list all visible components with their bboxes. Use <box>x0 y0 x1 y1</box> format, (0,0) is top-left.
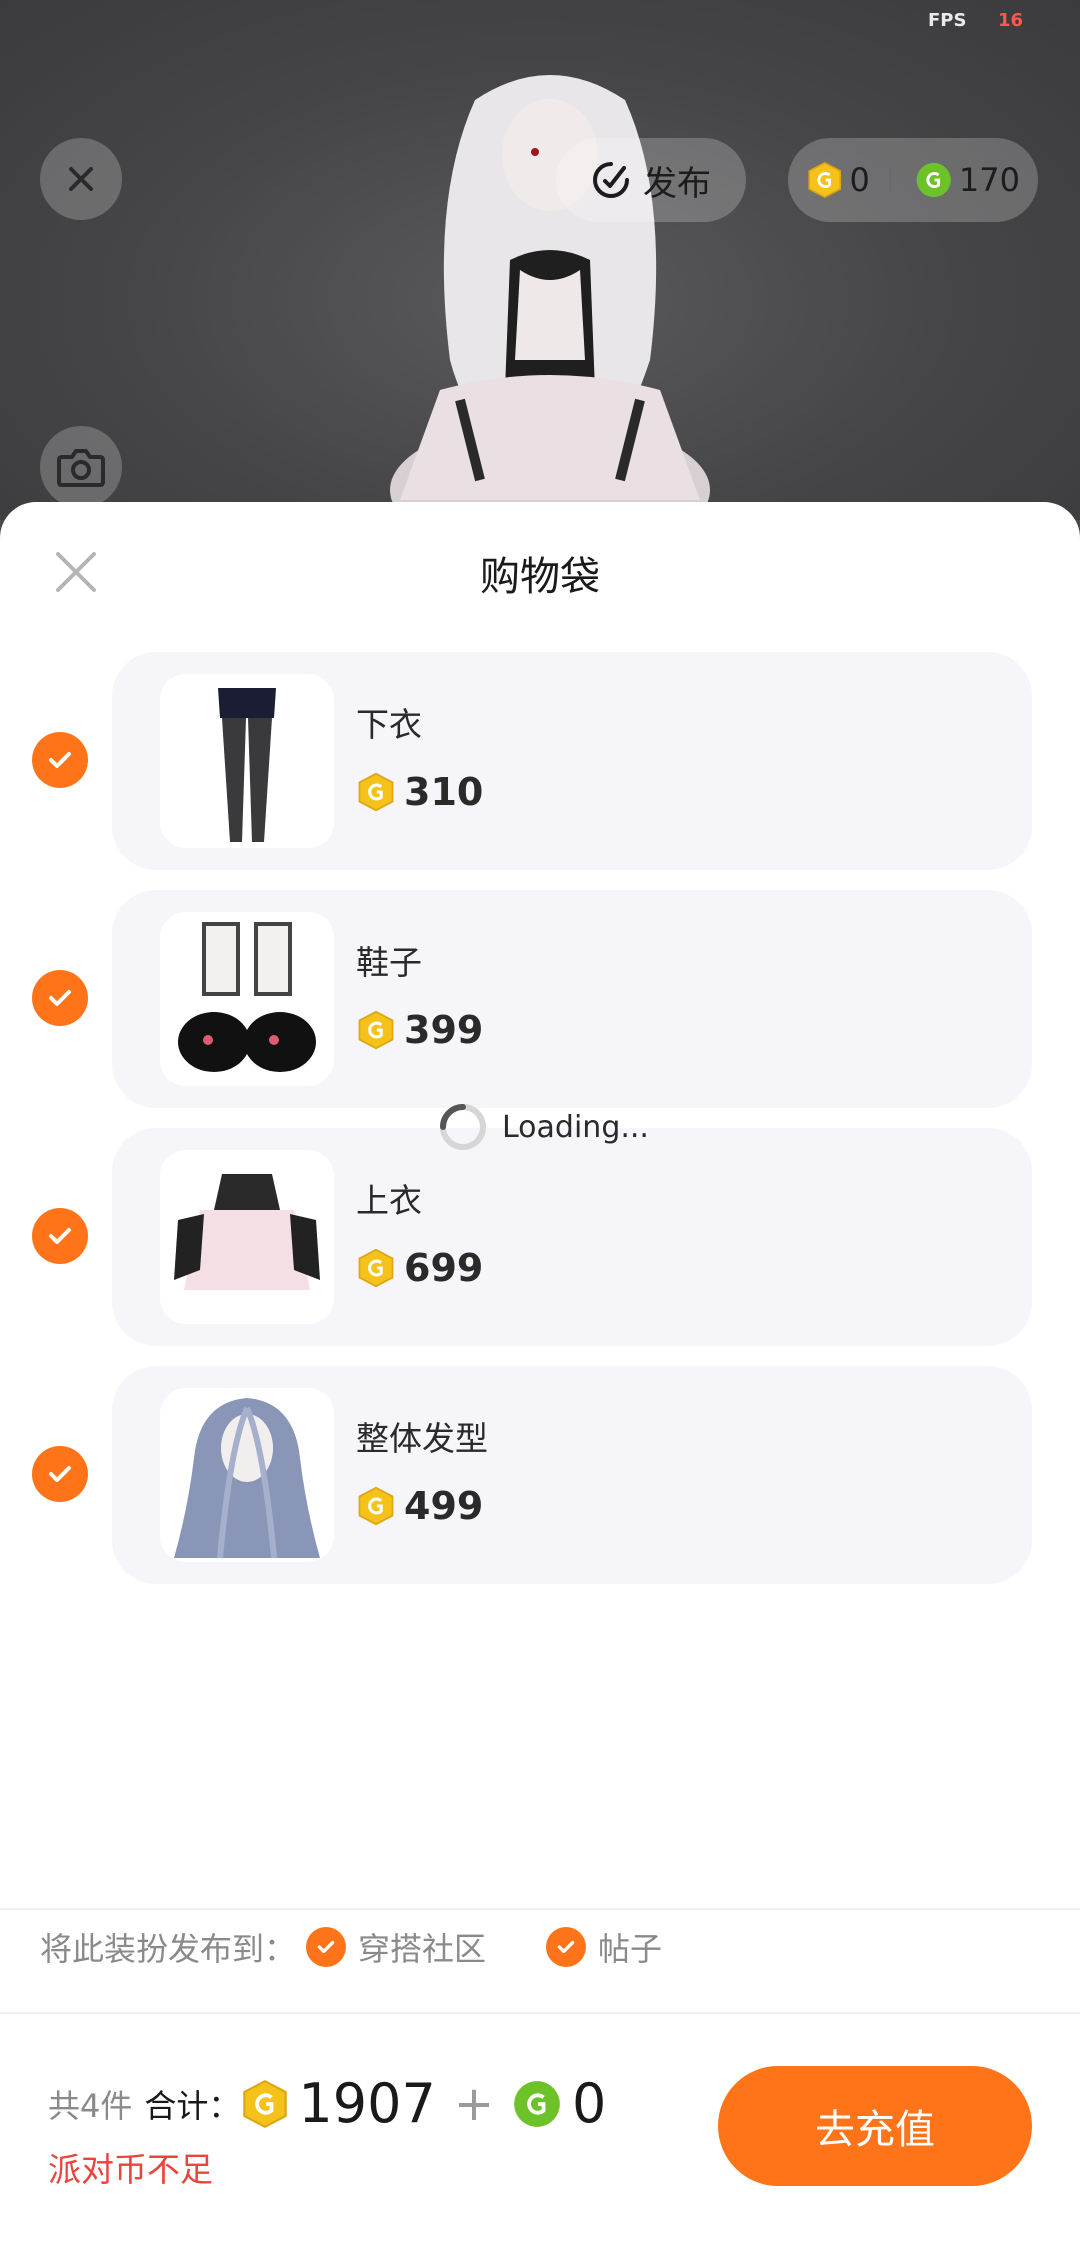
insufficient-balance-warning: 派对币不足 <box>48 2150 213 2189</box>
list-item[interactable]: 下衣 310 <box>0 652 1080 870</box>
list-item[interactable]: 鞋子 399 <box>0 890 1080 1108</box>
checkmark-icon <box>49 990 71 1006</box>
publish-button[interactable]: 发布 <box>556 138 746 222</box>
item-checkbox[interactable] <box>32 732 88 788</box>
gold-coin-icon <box>243 2079 288 2128</box>
order-summary: 共4件 合计： 1907 + 0 派对币不足 <box>48 2072 606 2191</box>
fps-label: FPS <box>928 10 967 31</box>
shopping-bag-sheet: 购物袋 下衣 310 鞋子 399 上衣 699 整体发型 499 Loadin… <box>0 502 1080 2244</box>
loading-indicator: Loading... <box>438 1102 649 1152</box>
item-price-value: 310 <box>404 770 484 814</box>
publish-icon <box>593 162 629 198</box>
plus-sign: + <box>453 2075 495 2132</box>
item-card[interactable]: 鞋子 399 <box>112 890 1032 1108</box>
publish-label: 发布 <box>643 163 711 204</box>
item-count: 共4件 <box>48 2086 133 2125</box>
publish-option-label: 穿搭社区 <box>358 1930 487 1968</box>
publish-to-label: 将此装扮发布到： <box>40 1930 297 1968</box>
item-name: 整体发型 <box>356 1419 488 1458</box>
sheet-title: 购物袋 <box>480 554 600 600</box>
publish-to-row: 将此装扮发布到： 穿搭社区 帖子 <box>40 1924 662 1970</box>
avatar-preview <box>390 75 710 520</box>
green-total: 0 <box>572 2072 607 2135</box>
checkmark-icon <box>49 1228 71 1244</box>
item-checkbox[interactable] <box>32 970 88 1026</box>
close-scene-button[interactable] <box>40 138 122 220</box>
item-price: 499 <box>356 1484 483 1528</box>
item-checkbox[interactable] <box>32 1446 88 1502</box>
checkmark-icon <box>49 1466 71 1482</box>
total-label: 合计： <box>144 2086 241 2125</box>
loading-text: Loading... <box>502 1109 649 1145</box>
checkmark-icon <box>306 1927 347 1967</box>
list-item[interactable]: 上衣 699 <box>0 1128 1080 1346</box>
close-icon <box>69 167 93 191</box>
recharge-button[interactable]: 去充值 <box>718 2066 1032 2186</box>
publish-option-label: 帖子 <box>598 1930 663 1968</box>
fps-value: 16 <box>998 10 1024 31</box>
item-thumbnail <box>160 1388 334 1562</box>
green-coin-icon <box>514 2080 560 2127</box>
gold-coin-icon <box>358 1486 394 1526</box>
camera-button[interactable] <box>40 426 122 508</box>
item-thumbnail <box>160 912 334 1086</box>
item-name: 上衣 <box>356 1181 422 1220</box>
balance-divider <box>889 169 892 191</box>
gold-coin-icon <box>808 161 842 199</box>
green-coin-balance: 170 <box>958 161 1020 199</box>
divider <box>0 2012 1080 2014</box>
recharge-label: 去充值 <box>815 2107 935 2153</box>
divider <box>0 1908 1080 1910</box>
item-price: 699 <box>356 1246 483 1290</box>
item-price: 310 <box>356 770 483 814</box>
gold-coin-icon <box>358 1248 394 1288</box>
item-price-value: 499 <box>404 1484 484 1528</box>
spinner-icon <box>440 1104 486 1150</box>
item-thumbnail <box>160 1150 334 1324</box>
game-scene <box>0 0 1080 520</box>
item-card[interactable]: 整体发型 499 <box>112 1366 1032 1584</box>
list-item[interactable]: 整体发型 499 <box>0 1366 1080 1584</box>
item-card[interactable]: 下衣 310 <box>112 652 1032 870</box>
green-coin-icon <box>917 162 952 198</box>
gold-coin-balance: 0 <box>849 161 870 199</box>
camera-icon <box>57 449 105 487</box>
item-name: 下衣 <box>356 705 422 744</box>
gold-coin-icon <box>358 1010 394 1050</box>
item-price-value: 399 <box>404 1008 484 1052</box>
item-thumbnail <box>160 674 334 848</box>
item-checkbox[interactable] <box>32 1208 88 1264</box>
item-card[interactable]: 上衣 699 <box>112 1128 1032 1346</box>
currency-balance[interactable]: 0 170 <box>788 138 1038 222</box>
publish-option-community[interactable]: 穿搭社区 <box>306 1924 486 1970</box>
gold-total: 1907 <box>298 2072 436 2135</box>
item-price: 399 <box>356 1008 483 1052</box>
publish-option-post[interactable]: 帖子 <box>546 1924 662 1970</box>
item-name: 鞋子 <box>356 943 422 982</box>
gold-coin-icon <box>358 772 394 812</box>
checkmark-icon <box>546 1927 587 1967</box>
item-price-value: 699 <box>404 1246 484 1290</box>
checkmark-icon <box>49 752 71 768</box>
